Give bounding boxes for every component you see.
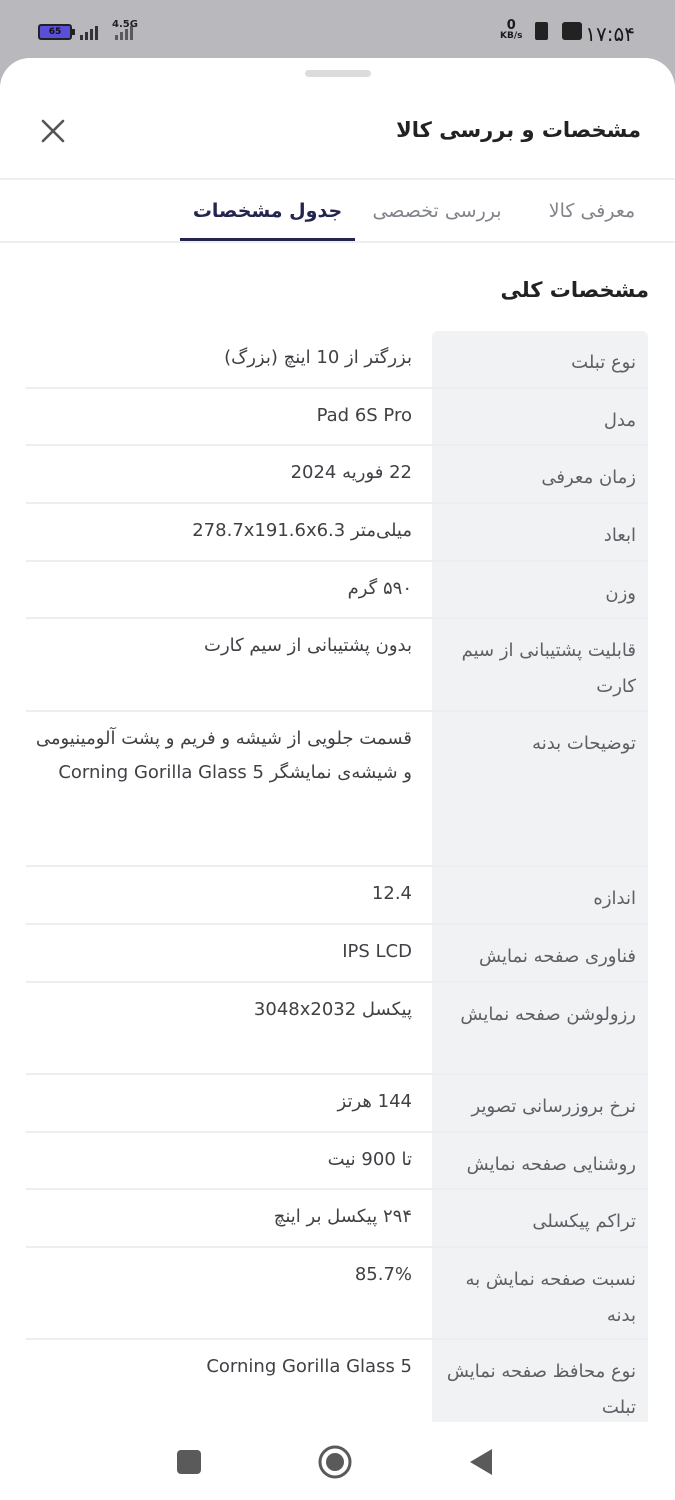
spec-key: مدل — [432, 389, 648, 444]
table-row: زمان معرفی 22 فوریه 2024 — [26, 446, 648, 504]
signal-icon-secondary — [115, 24, 133, 40]
battery-level: 65 — [48, 27, 62, 37]
system-nav-bar — [0, 1422, 675, 1500]
spec-value: 85.7% — [354, 1264, 412, 1285]
spec-key: تراکم پیکسلی — [432, 1190, 648, 1246]
specs-table: نوع تبلت بزرگتر از 10 اینچ (بزرگ) مدل Pa… — [26, 331, 648, 1432]
sheet-title: مشخصات و بررسی کالا — [396, 118, 641, 142]
spec-value: 22 فوریه 2024 — [290, 462, 412, 483]
square-icon — [177, 1450, 201, 1474]
recent-apps-button[interactable] — [171, 1444, 207, 1480]
table-row: توضیحات بدنه قسمت جلویی از شیشه و فریم و… — [26, 712, 648, 867]
spec-key: ابعاد — [432, 504, 648, 560]
data-rate-value: 0 — [506, 18, 516, 33]
data-rate: 0 KB/s — [500, 18, 523, 42]
tab-specs-table[interactable]: جدول مشخصات — [180, 180, 355, 242]
spec-key: فناوری صفحه نمایش — [432, 925, 648, 981]
spec-value: 12.4 — [371, 883, 412, 904]
spec-key: نرخ بروزرسانی تصویر — [432, 1075, 648, 1131]
shopping-bag-icon — [562, 22, 582, 40]
drag-handle[interactable] — [305, 70, 371, 77]
signal-icon — [80, 24, 98, 40]
spec-value: ۲۹۴ پیکسل بر اینچ — [273, 1206, 412, 1227]
section-title: مشخصات کلی — [500, 278, 649, 302]
spec-key: وزن — [432, 562, 648, 617]
table-row: نوع تبلت بزرگتر از 10 اینچ (بزرگ) — [26, 331, 648, 389]
clock: ۱۷:۵۴ — [585, 22, 635, 46]
table-row: نوع محافظ صفحه نمایش تبلت Corning Gorill… — [26, 1340, 648, 1432]
spec-key: نسبت صفحه نمایش به بدنه — [432, 1248, 648, 1338]
spec-value: بزرگتر از 10 اینچ (بزرگ) — [224, 347, 412, 368]
spec-value: تا 900 نیت — [327, 1149, 412, 1170]
spec-key: روشنایی صفحه نمایش — [432, 1133, 648, 1188]
spec-value: Corning Gorilla Glass 5 — [206, 1356, 412, 1377]
close-button[interactable] — [36, 114, 70, 148]
spec-value: ۵۹۰ گرم — [347, 578, 412, 599]
table-row: نرخ بروزرسانی تصویر 144 هرتز — [26, 1075, 648, 1133]
close-icon — [41, 119, 65, 143]
table-row: تراکم پیکسلی ۲۹۴ پیکسل بر اینچ — [26, 1190, 648, 1248]
data-rate-unit: KB/s — [500, 31, 523, 41]
spec-key: رزولوشن صفحه نمایش — [432, 983, 648, 1073]
spec-key: نوع تبلت — [432, 331, 648, 387]
table-row: فناوری صفحه نمایش IPS LCD — [26, 925, 648, 983]
status-bar: 65 4.5G 0 KB/s ۱۷:۵۴ — [0, 0, 675, 62]
home-button[interactable] — [317, 1444, 353, 1480]
spec-value: میلی‌متر 278.7x191.6x6.3 — [192, 520, 412, 541]
spec-key: اندازه — [432, 867, 648, 923]
spec-value: 144 هرتز — [337, 1091, 412, 1112]
table-row: ابعاد میلی‌متر 278.7x191.6x6.3 — [26, 504, 648, 562]
table-row: نسبت صفحه نمایش به بدنه 85.7% — [26, 1248, 648, 1340]
spec-value: قسمت جلویی از شیشه و فریم و پشت آلومینیو… — [35, 728, 412, 783]
battery-icon: 65 — [38, 24, 75, 40]
table-row: روشنایی صفحه نمایش تا 900 نیت — [26, 1133, 648, 1190]
circle-icon — [318, 1445, 352, 1479]
table-row: وزن ۵۹۰ گرم — [26, 562, 648, 619]
bottom-sheet: مشخصات و بررسی کالا معرفی کالا بررسی تخص… — [0, 58, 675, 1500]
spec-value: IPS LCD — [342, 941, 412, 962]
sim-icon — [535, 22, 548, 40]
spec-key: نوع محافظ صفحه نمایش تبلت — [432, 1340, 648, 1432]
tab-expert-review[interactable]: بررسی تخصصی — [357, 180, 517, 242]
triangle-back-icon — [470, 1449, 492, 1475]
back-button[interactable] — [463, 1444, 499, 1480]
spec-key: قابلیت پشتیبانی از سیم کارت — [432, 619, 648, 710]
spec-value: بدون پشتیبانی از سیم کارت — [204, 635, 412, 656]
table-row: اندازه 12.4 — [26, 867, 648, 925]
spec-value: Pad 6S Pro — [316, 405, 412, 426]
spec-key: توضیحات بدنه — [432, 712, 648, 865]
divider — [0, 241, 675, 243]
table-row: مدل Pad 6S Pro — [26, 389, 648, 446]
table-row: قابلیت پشتیبانی از سیم کارت بدون پشتیبان… — [26, 619, 648, 712]
table-row: رزولوشن صفحه نمایش پیکسل 3048x2032 — [26, 983, 648, 1075]
spec-value: پیکسل 3048x2032 — [253, 999, 412, 1020]
tab-bar: معرفی کالا بررسی تخصصی جدول مشخصات — [0, 180, 675, 242]
tab-intro[interactable]: معرفی کالا — [537, 180, 647, 242]
spec-key: زمان معرفی — [432, 446, 648, 502]
